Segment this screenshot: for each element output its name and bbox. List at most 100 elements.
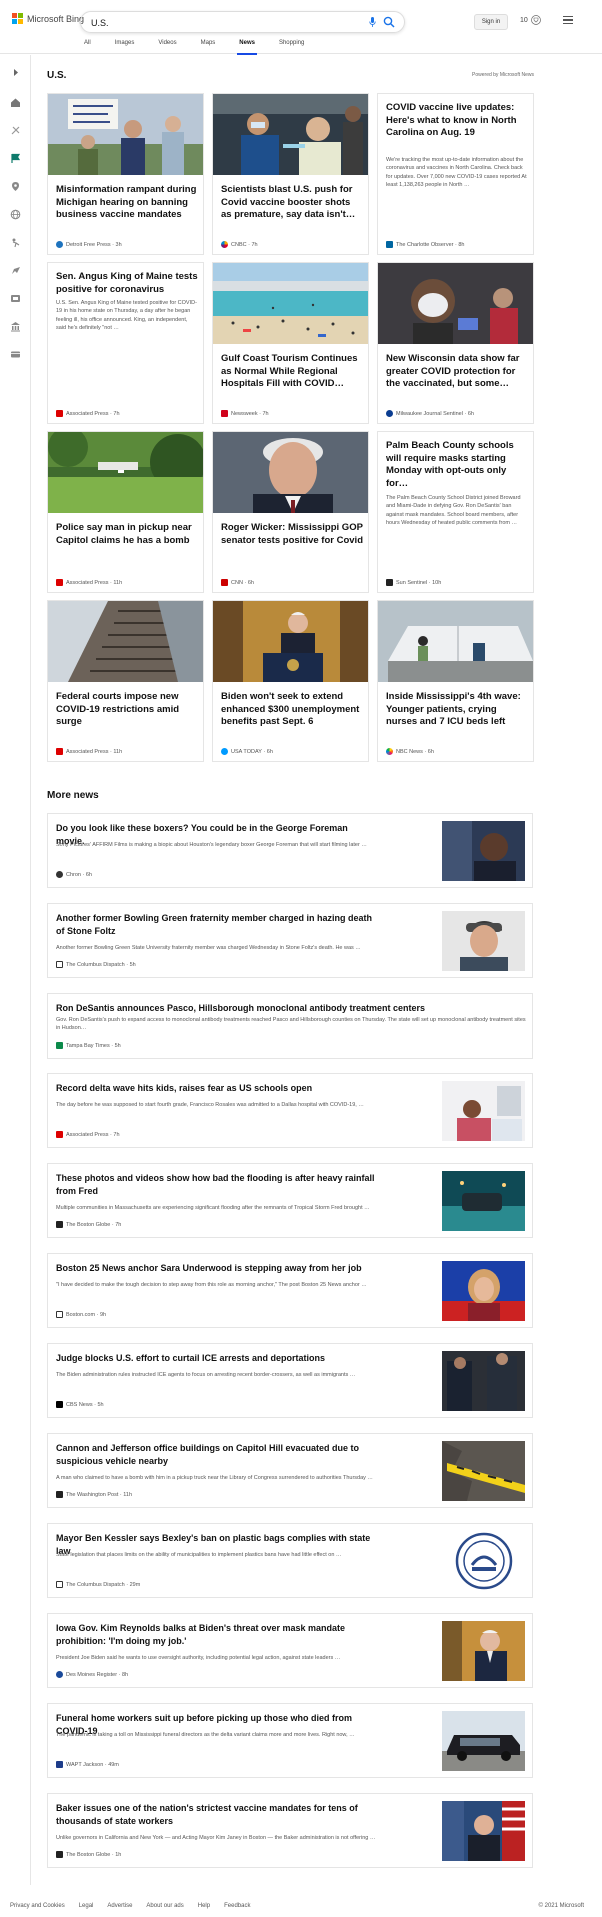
news-description: The day before he was supposed to start … <box>56 1102 364 1108</box>
source-logo-icon <box>386 241 393 248</box>
card-title[interactable]: COVID vaccine live updates: Here's what … <box>386 102 528 140</box>
globe-icon[interactable] <box>10 209 21 220</box>
news-description: A man who claimed to have a bomb with hi… <box>56 1475 373 1481</box>
help-link[interactable]: Help <box>198 1903 210 1909</box>
card-source: NBC News · 6h <box>386 748 434 755</box>
home-icon[interactable] <box>10 97 21 108</box>
source-name: WAPT Jackson <box>66 1761 104 1768</box>
card-image-senator <box>213 432 368 513</box>
rewards-button[interactable]: 10 <box>520 15 541 25</box>
source-time: 7h <box>262 410 269 417</box>
sports-icon[interactable] <box>10 237 21 248</box>
card-image-vaccination <box>213 94 368 175</box>
microphone-icon[interactable] <box>369 17 376 27</box>
advertise-link[interactable]: Advertise <box>107 1903 132 1909</box>
news-card[interactable]: Biden won't seek to extend enhanced $300… <box>212 600 369 762</box>
tab-videos[interactable]: Videos <box>158 40 176 54</box>
left-rail <box>0 55 31 1885</box>
feedback-link[interactable]: Feedback <box>224 1903 250 1909</box>
source-logo-icon <box>56 1761 63 1768</box>
news-card[interactable]: Inside Mississippi's 4th wave: Younger p… <box>377 600 534 762</box>
tab-images[interactable]: Images <box>115 40 135 54</box>
source-time: 11h <box>113 748 123 755</box>
news-flag-icon[interactable] <box>10 153 21 164</box>
news-list-item[interactable]: These photos and videos show how bad the… <box>47 1163 533 1238</box>
source-name: Detroit Free Press <box>66 241 111 248</box>
section-title: U.S. <box>47 70 67 81</box>
menu-icon[interactable] <box>563 16 573 25</box>
money-icon[interactable] <box>10 349 21 360</box>
source-logo-icon <box>56 871 63 878</box>
sign-in-button[interactable]: Sign in <box>474 14 508 30</box>
source-name: The Boston Globe <box>66 1851 111 1858</box>
news-list-item[interactable]: Baker issues one of the nation's stricte… <box>47 1793 533 1868</box>
legal-link[interactable]: Legal <box>79 1903 94 1909</box>
tab-news[interactable]: News <box>237 40 257 55</box>
about-ads-link[interactable]: About our ads <box>146 1903 183 1909</box>
card-title[interactable]: Gulf Coast Tourism Continues as Normal W… <box>221 353 363 391</box>
news-card[interactable]: Scientists blast U.S. push for Covid vac… <box>212 93 369 255</box>
location-icon[interactable] <box>10 181 21 192</box>
news-title[interactable]: Another former Bowling Green fraternity … <box>56 912 376 937</box>
news-list-item[interactable]: Cannon and Jefferson office buildings on… <box>47 1433 533 1508</box>
tab-all[interactable]: All <box>84 40 91 54</box>
card-title[interactable]: Misinformation rampant during Michigan h… <box>56 184 198 222</box>
news-list-item[interactable]: Mayor Ben Kessler says Bexley's ban on p… <box>47 1523 533 1598</box>
news-card[interactable]: Federal courts impose new COVID-19 restr… <box>47 600 204 762</box>
news-card[interactable]: Gulf Coast Tourism Continues as Normal W… <box>212 262 369 424</box>
source-name: CBS News <box>66 1401 93 1408</box>
news-card[interactable]: Misinformation rampant during Michigan h… <box>47 93 204 255</box>
news-list-item[interactable]: Do you look like these boxers? You could… <box>47 813 533 888</box>
news-title[interactable]: Judge blocks U.S. effort to curtail ICE … <box>56 1352 376 1365</box>
card-title[interactable]: Federal courts impose new COVID-19 restr… <box>56 691 198 729</box>
news-list-item[interactable]: Judge blocks U.S. effort to curtail ICE … <box>47 1343 533 1418</box>
science-icon[interactable] <box>10 265 21 276</box>
card-title[interactable]: Sen. Angus King of Maine tests positive … <box>56 271 198 296</box>
card-title[interactable]: Palm Beach County schools will require m… <box>386 440 528 490</box>
news-list-item[interactable]: Boston 25 News anchor Sara Underwood is … <box>47 1253 533 1328</box>
news-title[interactable]: Baker issues one of the nation's stricte… <box>56 1802 376 1827</box>
bing-logo[interactable]: Microsoft Bing <box>12 13 84 24</box>
entertainment-icon[interactable] <box>10 293 21 304</box>
expand-icon[interactable] <box>10 67 21 78</box>
card-title[interactable]: Roger Wicker: Mississippi GOP senator te… <box>221 522 363 547</box>
news-list-item[interactable]: Ron DeSantis announces Pasco, Hillsborou… <box>47 993 533 1059</box>
news-title[interactable]: Record delta wave hits kids, raises fear… <box>56 1082 376 1095</box>
news-list-item[interactable]: Iowa Gov. Kim Reynolds balks at Biden's … <box>47 1613 533 1688</box>
news-image-anchor <box>442 1261 525 1321</box>
news-list-item[interactable]: Record delta wave hits kids, raises fear… <box>47 1073 533 1148</box>
news-title[interactable]: These photos and videos show how bad the… <box>56 1172 376 1197</box>
search-input[interactable] <box>91 15 341 30</box>
tab-shopping[interactable]: Shopping <box>279 40 304 54</box>
privacy-link[interactable]: Privacy and Cookies <box>10 1903 65 1909</box>
news-card[interactable]: Sen. Angus King of Maine tests positive … <box>47 262 204 424</box>
source-time: 5h <box>129 961 136 968</box>
card-title[interactable]: New Wisconsin data show far greater COVI… <box>386 353 528 391</box>
tab-maps[interactable]: Maps <box>201 40 216 54</box>
source-time: 11h <box>123 1491 133 1498</box>
news-source: The Boston Globe · 7h <box>56 1221 121 1228</box>
news-title[interactable]: Ron DeSantis announces Pasco, Hillsborou… <box>56 1002 526 1015</box>
news-card[interactable]: New Wisconsin data show far greater COVI… <box>377 262 534 424</box>
news-card[interactable]: Police say man in pickup near Capitol cl… <box>47 431 204 593</box>
card-title[interactable]: Scientists blast U.S. push for Covid vac… <box>221 184 363 222</box>
source-name: Associated Press <box>66 410 109 417</box>
search-icon[interactable] <box>383 16 395 28</box>
card-title[interactable]: Biden won't seek to extend enhanced $300… <box>221 691 363 729</box>
news-title[interactable]: Iowa Gov. Kim Reynolds balks at Biden's … <box>56 1622 376 1647</box>
news-title[interactable]: Cannon and Jefferson office buildings on… <box>56 1442 376 1467</box>
news-card[interactable]: Palm Beach County schools will require m… <box>377 431 534 593</box>
search-box[interactable] <box>80 11 405 33</box>
powered-by-label: Powered by Microsoft News <box>472 72 534 78</box>
card-title[interactable]: Police say man in pickup near Capitol cl… <box>56 522 198 547</box>
news-list-item[interactable]: Funeral home workers suit up before pick… <box>47 1703 533 1778</box>
news-list-item[interactable]: Another former Bowling Green fraternity … <box>47 903 533 978</box>
discover-icon[interactable] <box>10 125 21 136</box>
news-title[interactable]: Boston 25 News anchor Sara Underwood is … <box>56 1262 376 1275</box>
news-card[interactable]: COVID vaccine live updates: Here's what … <box>377 93 534 255</box>
politics-icon[interactable] <box>10 321 21 332</box>
card-title[interactable]: Inside Mississippi's 4th wave: Younger p… <box>386 691 528 729</box>
news-card[interactable]: Roger Wicker: Mississippi GOP senator te… <box>212 431 369 593</box>
news-image-portrait <box>442 911 525 971</box>
scope-tabs: All Images Videos Maps News Shopping <box>84 40 328 55</box>
